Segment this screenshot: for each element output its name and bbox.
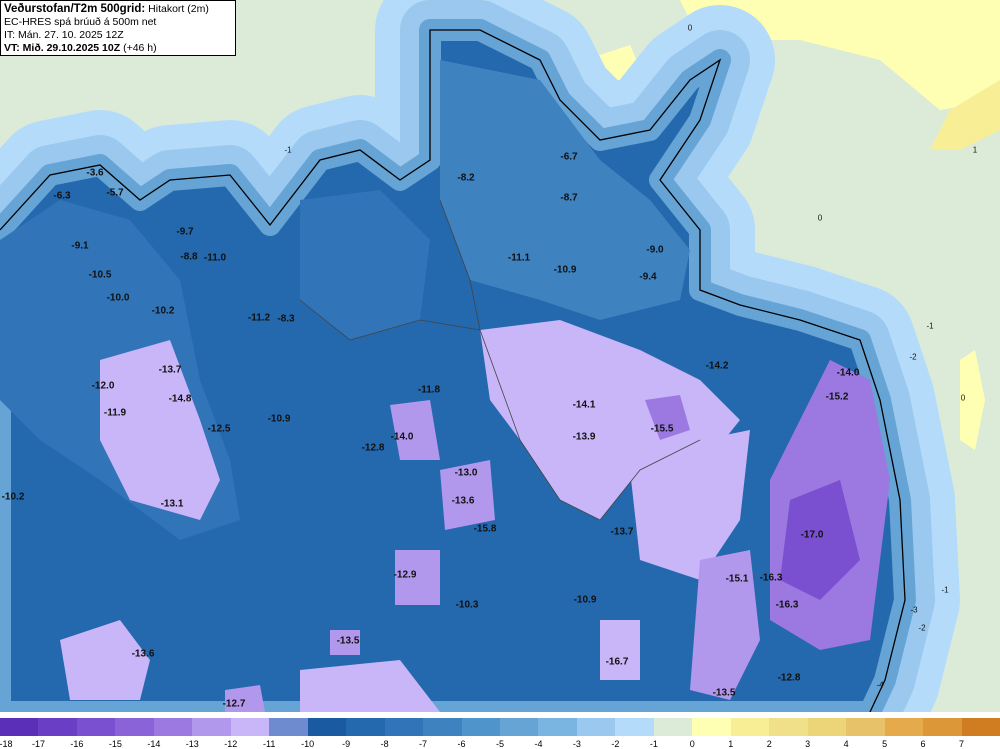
temp-label: -3.6: [86, 167, 104, 179]
temp-label: -10.0: [106, 292, 130, 304]
contour-label: 1: [972, 145, 978, 155]
colorbar-swatch: [192, 718, 232, 736]
temp-label: -16.3: [775, 599, 799, 611]
colorbar-swatch: [961, 718, 1000, 736]
temperature-map: [0, 0, 1000, 712]
issue-time: IT: Mán. 27. 10. 2025 12Z: [4, 29, 124, 41]
temp-label: -12.8: [361, 442, 385, 454]
temp-label: -14.0: [836, 367, 860, 379]
temp-label: -11.0: [203, 252, 227, 264]
temp-label: -6.3: [53, 190, 71, 202]
colorbar-swatch: [653, 718, 693, 736]
temp-label: -15.8: [473, 523, 497, 535]
contour-label: -1: [941, 585, 949, 595]
colorbar-swatch: [923, 718, 963, 736]
temp-label: -11.1: [507, 252, 531, 264]
temp-label: -8.2: [457, 172, 475, 184]
temp-label: -15.5: [650, 423, 674, 435]
temp-label: -13.0: [454, 467, 478, 479]
colorbar-swatch: [692, 718, 732, 736]
temp-label: -11.2: [247, 312, 271, 324]
temp-label: -10.5: [88, 269, 112, 281]
temp-label: -13.7: [158, 364, 182, 376]
colorbar-swatch: [576, 718, 616, 736]
temp-label: -17.0: [800, 529, 824, 541]
temp-label: -9.0: [646, 244, 664, 256]
colorbar-swatch: [769, 718, 809, 736]
temp-label: -8.7: [560, 192, 578, 204]
title-rest: Hitakort (2m): [148, 3, 209, 15]
temp-label: -12.8: [777, 672, 801, 684]
temp-label: -5.7: [106, 187, 124, 199]
temp-label: -16.7: [605, 656, 629, 668]
temp-label: -11.9: [103, 407, 127, 419]
temp-label: -9.4: [639, 271, 657, 283]
colorbar-swatch: [153, 718, 193, 736]
colorbar-swatch: [615, 718, 655, 736]
contour-label: 0: [687, 23, 693, 33]
colorbar-swatch: [346, 718, 386, 736]
temp-label: -13.6: [131, 648, 155, 660]
contour-label: -3: [910, 605, 918, 615]
info-box: Veðurstofan/T2m 500grid: Hitakort (2m) E…: [0, 0, 236, 56]
color-bar: -18 -17 -16 -15 -14 -13 -12 -11 -10 -9 -8 -7 -6 -5 -4-…: [0, 718, 1000, 749]
temp-label: -8.3: [277, 313, 295, 325]
temp-label: -14.0: [390, 431, 414, 443]
temp-label: -6.7: [560, 151, 578, 163]
colorbar-swatch: [307, 718, 347, 736]
temp-label: -9.1: [71, 240, 89, 252]
colorbar-swatch: [807, 718, 847, 736]
contour-label: -1: [926, 321, 934, 331]
colorbar-swatch: [384, 718, 424, 736]
colorbar-swatch: [846, 718, 886, 736]
forecast-hour: (+46 h): [123, 42, 157, 54]
temp-label: -10.2: [1, 491, 25, 503]
temp-label: -14.8: [168, 393, 192, 405]
temp-label: -8.8: [180, 251, 198, 263]
temp-label: -11.8: [417, 384, 441, 396]
temp-label: -13.6: [451, 495, 475, 507]
colorbar-swatch: [115, 718, 155, 736]
colorbar-swatch: [461, 718, 501, 736]
temp-label: -10.9: [573, 594, 597, 606]
contour-label: -4: [876, 680, 884, 690]
temp-label: -10.3: [455, 599, 479, 611]
temp-label: -14.2: [705, 360, 729, 372]
model-line: EC-HRES spá brúuð á 500m net: [4, 16, 157, 28]
temp-label: -15.1: [725, 573, 749, 585]
contour-label: -2: [918, 623, 926, 633]
temp-label: -15.2: [825, 391, 849, 403]
temp-label: -14.1: [572, 399, 596, 411]
temp-label: -13.5: [712, 687, 736, 699]
colorbar-swatch: [230, 718, 270, 736]
colorbar-swatch: [538, 718, 578, 736]
colorbar-swatch: [76, 718, 116, 736]
colorbar-swatch: [423, 718, 463, 736]
temp-label: -10.2: [151, 305, 175, 317]
temp-label: -10.9: [267, 413, 291, 425]
temp-label: -13.5: [336, 635, 360, 647]
temp-label: -13.7: [610, 526, 634, 538]
temp-label: -9.7: [176, 226, 194, 238]
colorbar-swatch: [38, 718, 78, 736]
temp-label: -10.9: [553, 264, 577, 276]
temp-label: -13.1: [160, 498, 184, 510]
temp-label: -12.5: [207, 423, 231, 435]
contour-label: 0: [960, 393, 966, 403]
temp-label: -12.0: [91, 380, 115, 392]
colorbar-swatch: [269, 718, 309, 736]
colorbar-swatch: [884, 718, 924, 736]
temp-label: -13.9: [572, 431, 596, 443]
temp-label: -12.7: [222, 698, 246, 710]
temp-label: -12.9: [393, 569, 417, 581]
contour-label: -1: [284, 145, 292, 155]
colorbar-swatch: [0, 718, 39, 736]
colorbar-swatch: [730, 718, 770, 736]
temp-label: -16.3: [759, 572, 783, 584]
colorbar-swatch: [500, 718, 539, 736]
contour-label: 0: [817, 213, 823, 223]
contour-label: -2: [909, 352, 917, 362]
title-bold: Veðurstofan/T2m 500grid:: [4, 3, 146, 15]
valid-time: VT: Mið. 29.10.2025 10Z: [4, 42, 121, 54]
